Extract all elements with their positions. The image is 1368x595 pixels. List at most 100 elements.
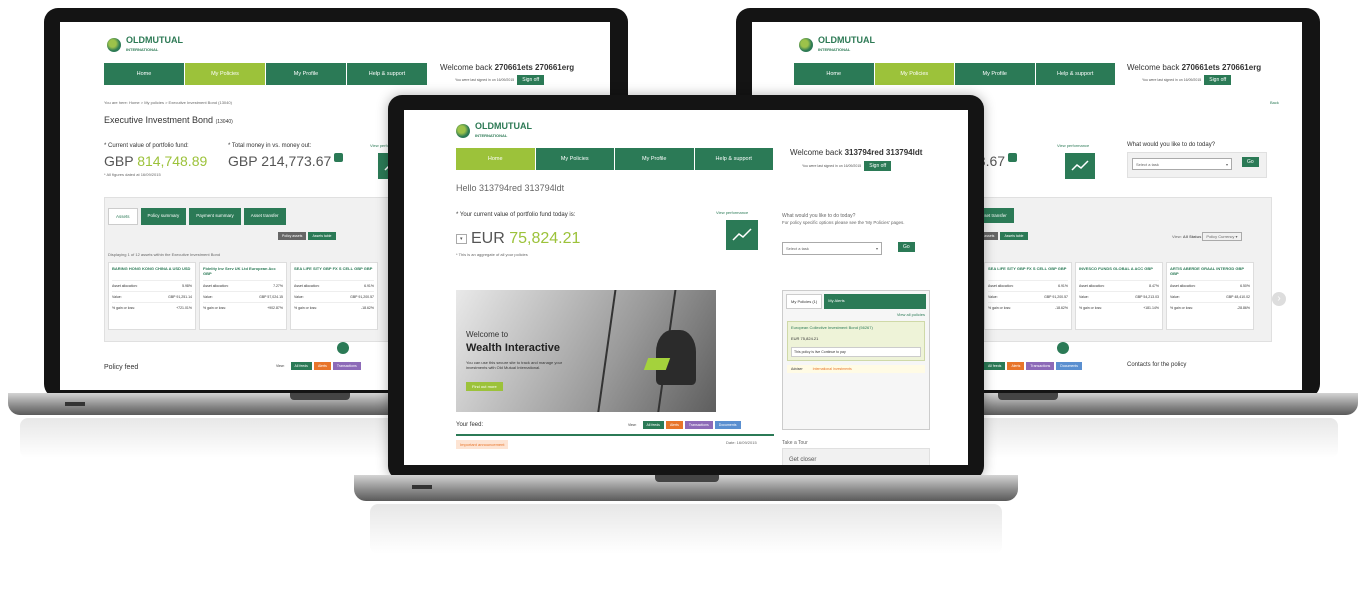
left-laptop-port [65, 402, 85, 406]
right-nav-my-policies[interactable]: My Policies [874, 63, 955, 85]
center-performance-chart-icon[interactable] [726, 220, 758, 250]
center-nav-my-profile[interactable]: My Profile [615, 148, 695, 170]
center-policies-box: My Policies (1) My Alerts View all polic… [782, 290, 930, 430]
left-main-nav: Home My Policies My Profile Help & suppo… [104, 63, 428, 85]
left-asof: * All figures dated at 16/09/2015 [104, 172, 161, 177]
left-subtab-assets-table[interactable]: Assets table [308, 232, 336, 240]
right-go-button[interactable]: Go [1242, 157, 1259, 167]
carousel-dot[interactable] [337, 342, 349, 354]
left-tab-payment-summary[interactable]: Payment summary [189, 208, 241, 225]
right-view-performance[interactable]: View performance [1057, 143, 1089, 148]
left-feed-view-label: View: [276, 364, 285, 368]
center-nav-home[interactable]: Home [456, 148, 536, 170]
right-logo[interactable]: OLDMUTUAL INTERNATIONAL [799, 36, 875, 54]
asset-card-title: Fidelity Inv Serv UK Ltd European Acc GB… [203, 266, 276, 276]
asset-card[interactable]: INVESCO FUNDS GLOBAL A ACC GBP Asset all… [1075, 262, 1163, 330]
center-feed-transactions[interactable]: Transactions [684, 421, 713, 429]
center-currency-select[interactable]: ▾ [456, 233, 467, 244]
center-logo[interactable]: OLDMUTUAL INTERNATIONAL [456, 122, 532, 140]
left-welcome: Welcome back 270661ets 270661erg [440, 63, 575, 72]
left-logo[interactable]: OLDMUTUAL INTERNATIONAL [107, 36, 183, 54]
center-take-tour[interactable]: Take a Tour [782, 440, 808, 446]
left-signin-line: You were last signed in on 16/09/2015 Sig… [455, 75, 545, 85]
right-performance-chart-icon[interactable] [1065, 153, 1095, 179]
center-your-feed: Your feed: [456, 422, 484, 428]
center-tab-my-alerts[interactable]: My Alerts [824, 294, 926, 309]
asset-card[interactable]: BARING HONG KONG CHINA A USD USD Asset a… [108, 262, 196, 330]
asset-card[interactable]: Fidelity Inv Serv UK Ltd European Acc GB… [199, 262, 287, 330]
left-tabs: Assets Policy summary Payment summary As… [108, 208, 286, 225]
right-feed-documents[interactable]: Documents [1056, 362, 1082, 370]
right-task-select[interactable]: Select a task ▾ [1132, 158, 1232, 170]
left-total-value: GBP 214,773.67 [228, 153, 344, 169]
left-tab-policy-summary[interactable]: Policy summary [140, 208, 187, 225]
center-nav-my-policies[interactable]: My Policies [535, 148, 615, 170]
center-screen: OLDMUTUAL INTERNATIONAL Home My Policies … [404, 110, 968, 465]
asset-card-title: ARTIS ABERDE GRAAL INTERGD GBP GBP [1170, 266, 1244, 276]
right-currency-select[interactable]: Policy Currency ▾ [1202, 232, 1242, 241]
center-announcement[interactable]: Important announcement [456, 440, 509, 449]
center-nav-help[interactable]: Help & support [694, 148, 774, 170]
asset-row: Value: GBP 57,024.15 [203, 291, 283, 302]
carousel-next-icon[interactable]: › [1272, 292, 1286, 306]
center-question: What would you like to do today? [782, 213, 856, 219]
left-nav-my-policies[interactable]: My Policies [185, 63, 266, 85]
center-feed-documents[interactable]: Documents [714, 421, 741, 429]
right-question: What would you like to do today? [1127, 142, 1216, 148]
policy-name: European Collective Investment Bond (562… [791, 325, 873, 330]
center-feed-alerts[interactable]: Alerts [665, 421, 683, 429]
old-mutual-logo-icon [456, 124, 470, 138]
hero-laptop [643, 358, 671, 370]
center-view-performance[interactable]: View performance [716, 210, 748, 215]
left-current-label: * Current value of portfolio fund: [104, 143, 189, 149]
left-asset-cards: BARING HONG KONG CHINA A USD USD Asset a… [108, 262, 378, 330]
left-feed-buttons: View: All feeds Alerts Transactions [272, 362, 361, 370]
asset-row: Value: GBP 54,213.03 [1079, 291, 1159, 302]
asset-card-title: BARING HONG KONG CHINA A USD USD [112, 266, 191, 271]
right-main-nav: Home My Policies My Profile Help & suppo… [794, 63, 1116, 85]
center-tab-my-policies[interactable]: My Policies (1) [786, 294, 823, 309]
center-aggregate-note: * This is an aggregate of all your polic… [456, 252, 528, 257]
right-feed-transactions[interactable]: Transactions [1026, 362, 1055, 370]
right-welcome: Welcome back 270661ets 270661erg [1127, 63, 1262, 72]
right-signin-line: You were last signed in on 16/09/2015 Sig… [1142, 75, 1232, 85]
left-nav-help[interactable]: Help & support [347, 63, 428, 85]
left-nav-my-profile[interactable]: My Profile [266, 63, 347, 85]
center-main-nav: Home My Policies My Profile Help & suppo… [456, 148, 774, 170]
left-feed-alerts[interactable]: Alerts [313, 362, 331, 370]
center-go-button[interactable]: Go [898, 242, 915, 252]
hero-find-out-more-button[interactable]: Find out more [466, 382, 503, 391]
right-back-link[interactable]: Back [1270, 100, 1279, 105]
center-welcome: Welcome back 313794red 313794ldt [790, 148, 923, 157]
info-icon[interactable] [334, 153, 344, 162]
center-tour-box[interactable]: Get closer [782, 448, 930, 465]
right-nav-help[interactable]: Help & support [1035, 63, 1116, 85]
center-current-label: * Your current value of portfolio fund t… [456, 212, 576, 218]
left-current-value: GBP 814,748.89 [104, 153, 208, 169]
left-nav-home[interactable]: Home [104, 63, 185, 85]
center-view-all-policies[interactable]: View all policies [783, 312, 929, 317]
center-signoff-button[interactable]: Sign off [864, 161, 892, 171]
hero-text: You can use this secure site to track an… [466, 360, 563, 370]
asset-row: Asset allocation: 8.47% [1079, 280, 1159, 291]
carousel-dot[interactable] [1057, 342, 1069, 354]
right-view-filters: View: All Status Policy Currency ▾ [1172, 232, 1242, 241]
right-signoff-button[interactable]: Sign off [1204, 75, 1232, 85]
left-signoff-button[interactable]: Sign off [517, 75, 545, 85]
center-feed-all[interactable]: All feeds [642, 421, 664, 429]
left-subtab-policy-assets[interactable]: Policy assets [278, 232, 307, 240]
center-task-select[interactable]: Select a task ▾ [782, 242, 882, 255]
center-policy-item[interactable]: European Collective Investment Bond (562… [787, 321, 925, 361]
center-signin-line: You were last signed in on 16/09/2015 Sig… [802, 161, 892, 171]
right-nav-home[interactable]: Home [794, 63, 875, 85]
chevron-down-icon: ▾ [875, 246, 878, 251]
right-nav-my-profile[interactable]: My Profile [955, 63, 1036, 85]
left-tab-asset-transfer[interactable]: Asset transfer [243, 208, 286, 225]
asset-row: % gain or loss: +181.14% [1079, 302, 1159, 313]
left-tab-assets[interactable]: Assets [108, 208, 138, 225]
center-logo-text: OLDMUTUAL INTERNATIONAL [475, 121, 532, 139]
asset-card[interactable]: ARTIS ABERDE GRAAL INTERGD GBP GBP Asset… [1166, 262, 1254, 330]
left-feed-all[interactable]: All feeds [290, 362, 312, 370]
left-breadcrumb[interactable]: You are here: Home > My policies > Execu… [104, 100, 232, 105]
asset-card-title: INVESCO FUNDS GLOBAL A ACC GBP [1079, 266, 1153, 271]
